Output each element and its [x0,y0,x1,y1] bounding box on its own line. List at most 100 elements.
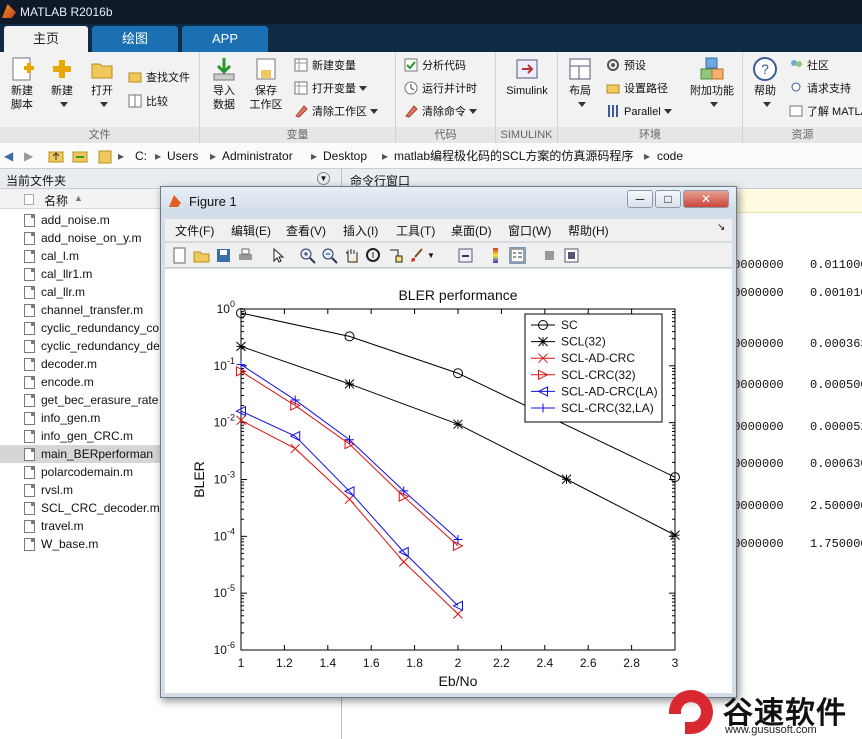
x-tick-label: 3 [672,656,679,670]
open-label: 打开 [91,85,113,97]
svg-text:?: ? [761,61,769,77]
show-plot-tools-icon[interactable] [563,247,580,264]
y-tick-exponent: -6 [227,640,235,650]
new-script-label-1: 新建 [11,85,33,97]
tab-apps[interactable]: APP [182,26,268,52]
preferences-button[interactable]: 预设 [606,56,646,76]
import-data-button[interactable]: 导入 数据 [204,56,244,112]
ribbon-tabs: 主页 绘图 APP [0,24,862,52]
colorbar-icon[interactable] [487,247,504,264]
minimize-button[interactable]: ─ [627,190,653,208]
clear-workspace-button[interactable]: 清除工作区 [294,102,378,122]
x-tick-label: 1.4 [319,656,336,670]
path-segment-desktop[interactable]: Desktop [323,148,367,164]
up-folder-icon[interactable] [48,148,64,164]
data-cursor-icon[interactable] [387,247,404,264]
y-tick-label: 10-5 [214,583,235,600]
new-script-icon [9,56,35,82]
compare-button[interactable]: 比较 [128,92,168,112]
forward-arrow-icon[interactable]: ▶ [24,148,33,164]
clear-commands-caret-icon [469,109,477,114]
new-button[interactable]: 新建 [44,56,80,112]
analyze-code-icon [404,58,418,72]
pan-hand-icon[interactable] [343,247,360,264]
y-tick-exponent: -4 [227,526,235,536]
y-tick-label: 10-3 [214,470,235,487]
tab-home[interactable]: 主页 [4,26,88,52]
new-figure-icon[interactable] [171,247,188,264]
parallel-button[interactable]: Parallel [606,102,672,122]
set-path-button[interactable]: 设置路径 [606,79,668,99]
menu-help[interactable]: 帮助(H) [568,222,609,239]
clear-commands-button[interactable]: 清除命令 [404,102,477,122]
layout-label: 布局 [569,85,591,97]
section-label-variable: 变量 [200,127,395,143]
path-segment-project[interactable]: matlab编程极化码的SCL方案的仿真源码程序 [394,148,633,164]
m-file-icon [24,304,35,317]
menu-edit[interactable]: 编辑(E) [231,222,271,239]
layout-button[interactable]: 布局 [562,56,598,112]
brush-dropdown-icon[interactable]: ▼ [427,247,437,264]
file-name: channel_transfer.m [41,303,144,317]
request-support-button[interactable]: 请求支持 [789,79,851,99]
maximize-button[interactable]: □ [655,190,681,208]
path-segment-drive[interactable]: C: [135,148,147,164]
edit-plot-arrow-icon[interactable] [269,247,286,264]
help-button[interactable]: ? 帮助 [747,56,783,112]
section-label-resources: 资源 [743,127,862,143]
learn-matlab-button[interactable]: 了解 MATLAB [789,102,862,122]
output-value: 1.750000 [810,537,862,551]
browse-folder-icon[interactable] [72,148,88,164]
menu-tools[interactable]: 工具(T) [396,222,435,239]
menu-view[interactable]: 查看(V) [286,222,326,239]
x-tick-label: 1.2 [276,656,293,670]
menu-desktop[interactable]: 桌面(D) [451,222,492,239]
m-file-icon [24,340,35,353]
figure-canvas[interactable]: 1 1.2 1.4 1.6 1.8 2 2.2 2.4 2.6 2.8 3 100 10-1 10-2 10… [165,269,732,693]
folder-open-icon [89,56,115,82]
run-and-time-button[interactable]: 运行并计时 [404,79,477,99]
chart-title: BLER performance [398,287,517,303]
print-icon[interactable] [237,247,254,264]
tab-plots[interactable]: 绘图 [92,26,178,52]
file-name: add_noise_on_y.m [41,231,142,245]
new-variable-button[interactable]: 新建变量 [294,56,356,76]
menu-file[interactable]: 文件(F) [175,222,214,239]
new-script-button[interactable]: 新建 脚本 [4,56,40,112]
x-tick-label: 2 [455,656,462,670]
path-segment-users[interactable]: Users [167,148,198,164]
hide-plot-tools-icon[interactable] [541,247,558,264]
bler-chart[interactable]: 1 1.2 1.4 1.6 1.8 2 2.2 2.4 2.6 2.8 310010-110-210… [165,269,732,693]
zoom-out-icon[interactable] [321,247,338,264]
menu-window[interactable]: 窗口(W) [508,222,551,239]
analyze-code-button[interactable]: 分析代码 [404,56,466,76]
simulink-button[interactable]: Simulink [500,56,554,98]
figure-window: Figure 1 ─ □ ✕ 文件(F) 编辑(E) 查看(V) 插入(I) 工… [160,186,737,698]
add-ons-button[interactable]: 附加功能 [686,56,738,112]
find-files-button[interactable]: 查找文件 [128,68,190,88]
panel-actions-icon[interactable]: ▼ [317,172,330,185]
figure-title-bar[interactable]: Figure 1 ─ □ ✕ [161,187,736,215]
path-segment-administrator[interactable]: Administrator [222,148,293,164]
close-button[interactable]: ✕ [683,190,729,208]
m-file-icon [24,250,35,263]
ribbon-section-code: 分析代码 运行并计时 清除命令 代码 [396,52,496,143]
legend-icon[interactable] [509,247,526,264]
save-figure-icon[interactable] [215,247,232,264]
menu-dock-icon[interactable]: ↘ [717,222,725,233]
path-segment-code[interactable]: code [657,148,683,164]
support-icon [789,81,803,95]
open-file-icon[interactable] [193,247,210,264]
open-button[interactable]: 打开 [84,56,120,112]
link-plot-icon[interactable] [457,247,474,264]
save-workspace-button[interactable]: 保存 工作区 [246,56,286,112]
zoom-in-icon[interactable] [299,247,316,264]
rotate-3d-icon[interactable] [365,247,382,264]
m-file-icon [24,232,35,245]
open-variable-button[interactable]: 打开变量 [294,79,367,99]
save-label-1: 保存 [255,85,277,97]
back-arrow-icon[interactable]: ◀ [4,148,13,164]
menu-insert[interactable]: 插入(I) [343,222,378,239]
brush-icon[interactable] [409,247,426,264]
community-button[interactable]: 社区 [789,56,829,76]
